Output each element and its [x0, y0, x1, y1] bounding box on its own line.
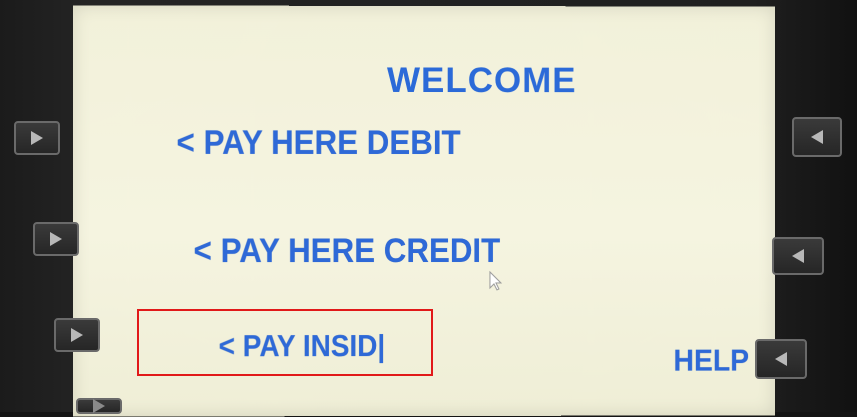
pay-here-debit-option[interactable]: < PAY HERE DEBIT	[176, 124, 460, 163]
pay-here-credit-option[interactable]: < PAY HERE CREDIT	[194, 232, 501, 271]
play-right-icon	[31, 131, 43, 145]
left-side-button-1[interactable]	[14, 121, 60, 155]
right-side-button-1[interactable]	[792, 117, 842, 157]
play-left-icon	[792, 249, 804, 263]
pay-inside-highlight-box	[137, 309, 433, 376]
play-left-icon	[775, 352, 787, 366]
play-right-icon	[50, 232, 62, 246]
left-side-button-3[interactable]	[54, 318, 100, 352]
welcome-title: WELCOME	[386, 60, 577, 101]
play-right-icon	[71, 328, 83, 342]
mouse-pointer-icon	[489, 270, 503, 291]
right-side-button-2[interactable]	[772, 237, 824, 275]
left-side-button-2[interactable]	[33, 222, 79, 256]
right-side-button-3[interactable]	[755, 339, 807, 379]
play-left-icon	[811, 130, 823, 144]
